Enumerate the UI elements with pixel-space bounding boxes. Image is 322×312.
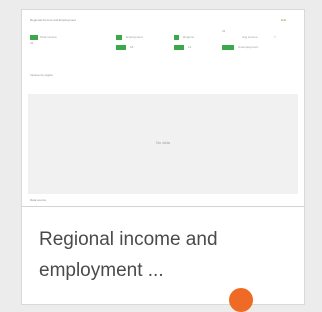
kpi-label: Employment xyxy=(126,35,143,39)
kpi-label: Total income xyxy=(40,35,57,39)
kpi-marker xyxy=(174,35,179,40)
app-title[interactable]: Regional income and employment ... xyxy=(39,224,279,286)
kpi-label: Avg income xyxy=(242,35,258,39)
kpi-value: 42 xyxy=(30,41,34,45)
app-thumbnail: Regional Income and Employment Edit Tota… xyxy=(22,10,304,207)
kpi-label: Regions xyxy=(183,35,195,39)
kpi-value: 12 xyxy=(188,45,192,49)
kpi-value: 7 xyxy=(274,35,276,39)
kpi-label: Unemployment xyxy=(238,45,259,49)
kpi-marker xyxy=(116,45,126,50)
kpi-marker xyxy=(174,45,184,50)
thumb-sheet-link: Edit xyxy=(281,18,287,22)
thumb-footer: Data source xyxy=(30,198,47,202)
thumb-sheet-title: Regional Income and Employment xyxy=(30,18,76,22)
app-card[interactable]: Regional Income and Employment Edit Tota… xyxy=(21,9,305,305)
kpi-marker xyxy=(222,45,234,50)
kpi-value: 18 xyxy=(130,45,134,49)
thumb-chart-placeholder: No data xyxy=(28,94,298,194)
thumb-placeholder-text: No data xyxy=(155,140,170,145)
kpi-marker xyxy=(30,35,38,40)
kpi-marker xyxy=(116,35,122,40)
kpi-value: 34 xyxy=(222,29,226,33)
notification-badge xyxy=(229,288,253,312)
thumb-section-label: Income by region xyxy=(30,73,54,77)
